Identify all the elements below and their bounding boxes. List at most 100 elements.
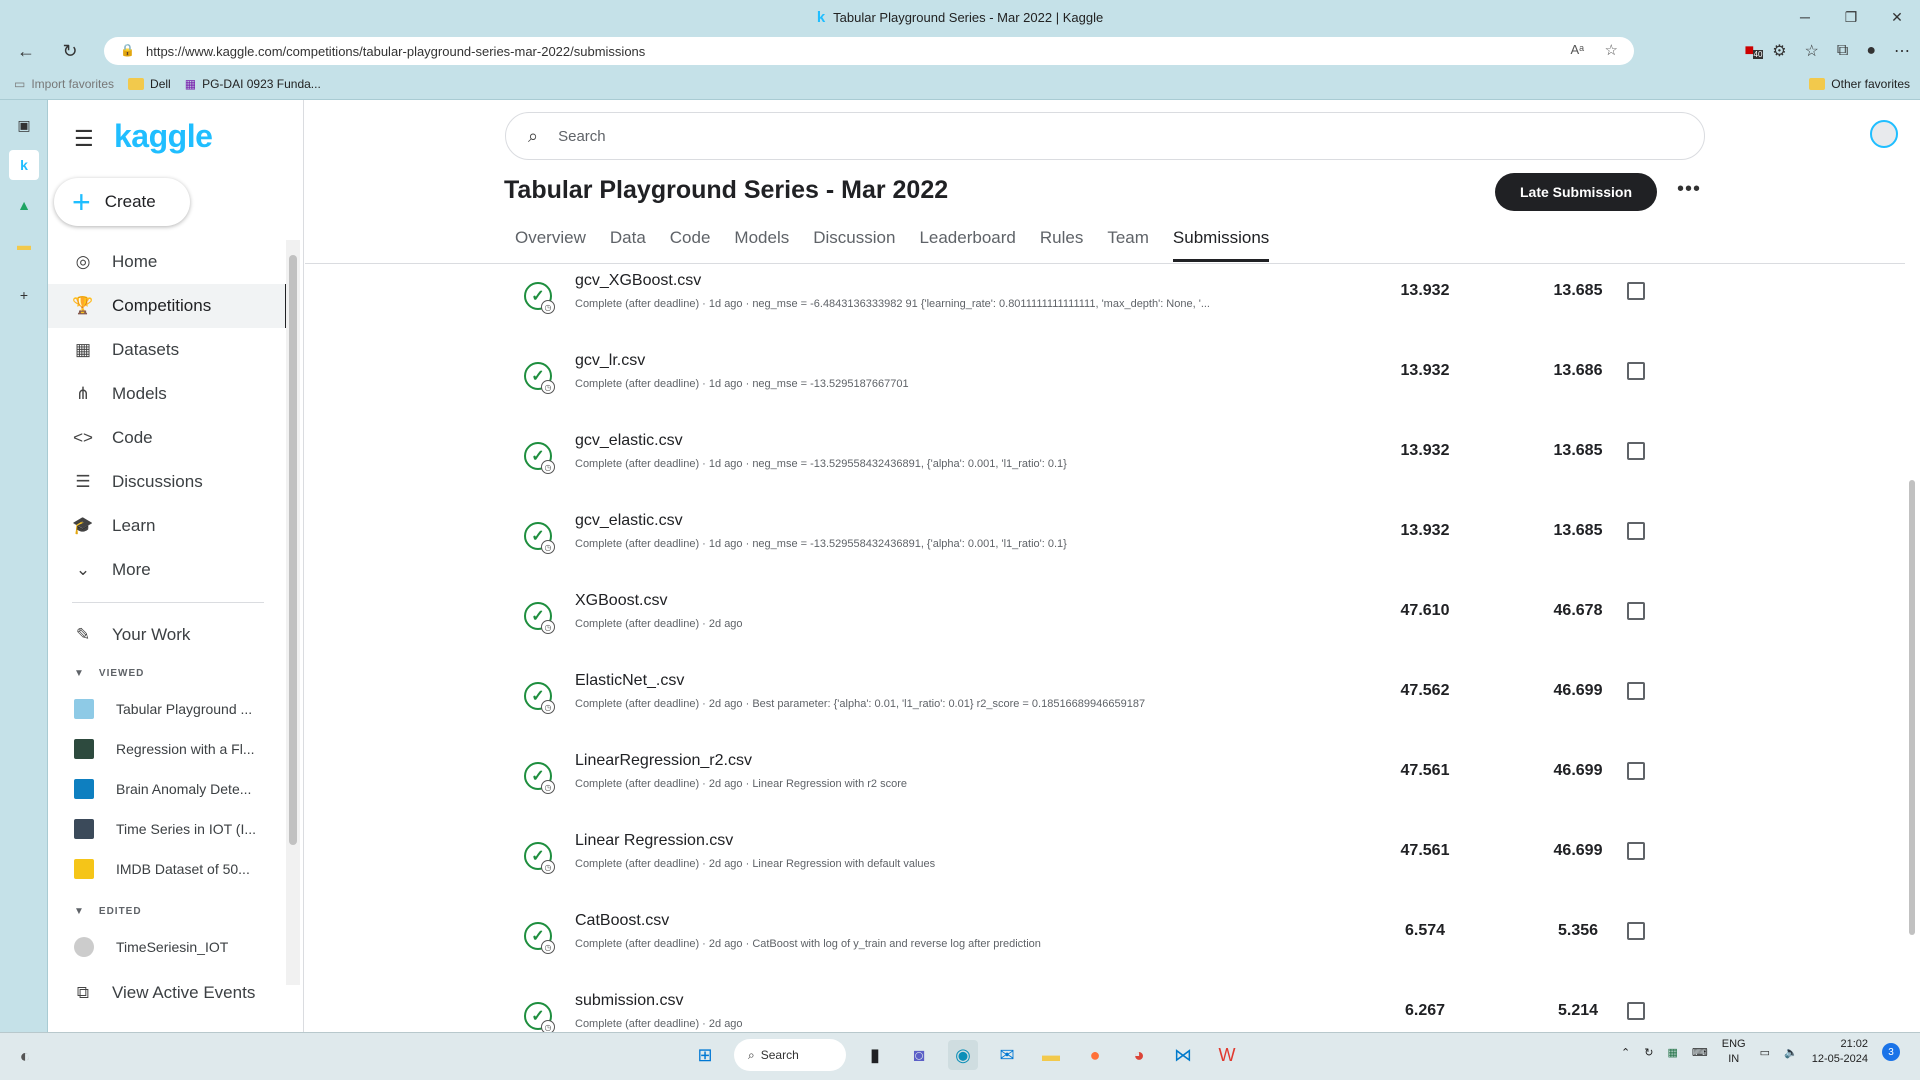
select-checkbox[interactable] bbox=[1627, 922, 1645, 940]
folder-tab-icon[interactable]: ▬ bbox=[9, 230, 39, 260]
chrome-icon[interactable]: ◕ bbox=[1124, 1040, 1154, 1070]
sidebar-scroll-thumb[interactable] bbox=[289, 255, 297, 845]
kaggle-logo[interactable]: kaggle bbox=[114, 118, 213, 155]
select-checkbox[interactable] bbox=[1627, 522, 1645, 540]
submission-filename[interactable]: XGBoost.csv bbox=[575, 592, 667, 610]
submission-filename[interactable]: submission.csv bbox=[575, 992, 683, 1010]
firefox-icon[interactable]: ● bbox=[1080, 1040, 1110, 1070]
view-active-events[interactable]: ⧉ View Active Events bbox=[48, 971, 288, 1015]
submission-filename[interactable]: CatBoost.csv bbox=[575, 912, 669, 930]
viewed-item[interactable]: IMDB Dataset of 50... bbox=[48, 849, 288, 889]
tab-code[interactable]: Code bbox=[670, 228, 711, 262]
submission-filename[interactable]: gcv_elastic.csv bbox=[575, 432, 683, 450]
main-scroll-thumb[interactable] bbox=[1909, 480, 1915, 935]
minimize-button[interactable]: ─ bbox=[1782, 0, 1828, 34]
sidebar-item-more[interactable]: ⌄ More bbox=[48, 548, 288, 592]
lock-icon[interactable]: 🔒 bbox=[120, 43, 135, 57]
favorite-item-dell[interactable]: Dell bbox=[128, 77, 171, 91]
kaggle-tab-icon[interactable]: k bbox=[9, 150, 39, 180]
sidebar-item-code[interactable]: <> Code bbox=[48, 416, 288, 460]
select-checkbox[interactable] bbox=[1627, 362, 1645, 380]
clock[interactable]: 21:02 12-05-2024 bbox=[1812, 1037, 1868, 1067]
tab-data[interactable]: Data bbox=[610, 228, 646, 262]
add-tab-icon[interactable]: + bbox=[9, 280, 39, 310]
select-checkbox[interactable] bbox=[1627, 1002, 1645, 1020]
edge-icon[interactable]: ◉ bbox=[948, 1040, 978, 1070]
viewed-item[interactable]: Tabular Playground ... bbox=[48, 689, 288, 729]
sidebar-item-home[interactable]: ◎ Home bbox=[48, 240, 288, 284]
submission-filename[interactable]: gcv_lr.csv bbox=[575, 352, 645, 370]
submission-filename[interactable]: ElasticNet_.csv bbox=[575, 672, 684, 690]
collections-icon[interactable]: ⧉ bbox=[1837, 42, 1848, 60]
close-button[interactable]: ✕ bbox=[1874, 0, 1920, 34]
widgets-icon[interactable]: ◐ bbox=[10, 1042, 40, 1072]
menu-dots-icon[interactable]: ⋯ bbox=[1894, 41, 1910, 61]
search-input[interactable]: ⌕ Search bbox=[505, 112, 1705, 160]
favorites-icon[interactable]: ☆ bbox=[1805, 41, 1819, 61]
profile-icon[interactable]: ● bbox=[1866, 42, 1876, 60]
chevron-up-icon[interactable]: ⌃ bbox=[1621, 1046, 1630, 1059]
tab-discussion[interactable]: Discussion bbox=[813, 228, 895, 262]
tab-submissions[interactable]: Submissions bbox=[1172, 228, 1270, 262]
create-button[interactable]: + Create bbox=[54, 178, 190, 226]
tab-overview[interactable]: Overview bbox=[515, 228, 586, 262]
teams-icon[interactable]: ◙ bbox=[904, 1040, 934, 1070]
more-options-icon[interactable]: ••• bbox=[1677, 178, 1701, 201]
avatar[interactable] bbox=[1870, 120, 1898, 148]
add-favorite-icon[interactable]: ☆ bbox=[1605, 41, 1618, 59]
tab-leaderboard[interactable]: Leaderboard bbox=[919, 228, 1015, 262]
sidebar-item-discussions[interactable]: ☰ Discussions bbox=[48, 460, 288, 504]
start-icon[interactable]: ⊞ bbox=[690, 1040, 720, 1070]
viewed-item[interactable]: Time Series in IOT (I... bbox=[48, 809, 288, 849]
puzzle-icon[interactable]: ⚙ bbox=[1772, 41, 1786, 61]
select-checkbox[interactable] bbox=[1627, 682, 1645, 700]
volume-icon[interactable]: 🔈 bbox=[1784, 1046, 1798, 1059]
select-checkbox[interactable] bbox=[1627, 762, 1645, 780]
main-scrollbar[interactable] bbox=[1906, 170, 1918, 1032]
tab-models[interactable]: Models bbox=[734, 228, 789, 262]
submission-filename[interactable]: LinearRegression_r2.csv bbox=[575, 752, 752, 770]
tabs-icon[interactable]: ▣ bbox=[9, 110, 39, 140]
tab-team[interactable]: Team bbox=[1107, 228, 1149, 262]
restore-button[interactable]: ❐ bbox=[1828, 0, 1874, 34]
refresh-icon[interactable]: ↻ bbox=[52, 36, 88, 66]
sidebar-item-your-work[interactable]: ✎ Your Work bbox=[48, 613, 288, 657]
excel-icon[interactable]: ▦ bbox=[1667, 1046, 1677, 1059]
file-explorer-icon[interactable]: ▬ bbox=[1036, 1040, 1066, 1070]
viewed-item[interactable]: Brain Anomaly Dete... bbox=[48, 769, 288, 809]
task-view-icon[interactable]: ▮ bbox=[860, 1040, 890, 1070]
read-aloud-icon[interactable]: Aᵃ bbox=[1570, 42, 1584, 57]
language-indicator[interactable]: ENG IN bbox=[1722, 1037, 1746, 1067]
select-checkbox[interactable] bbox=[1627, 842, 1645, 860]
edited-section-toggle[interactable]: ▼ EDITED bbox=[48, 895, 288, 927]
favorite-item-pgdai[interactable]: ▦ PG-DAI 0923 Funda... bbox=[185, 77, 321, 91]
viewed-section-toggle[interactable]: ▼ VIEWED bbox=[48, 657, 288, 689]
sidebar-item-datasets[interactable]: ▦ Datasets bbox=[48, 328, 288, 372]
url-field[interactable]: 🔒 https://www.kaggle.com/competitions/ta… bbox=[104, 37, 1634, 65]
late-submission-button[interactable]: Late Submission bbox=[1495, 173, 1657, 211]
menu-icon[interactable]: ☰ bbox=[74, 126, 94, 152]
wps-icon[interactable]: W bbox=[1212, 1040, 1242, 1070]
sidebar-item-models[interactable]: ⋔ Models bbox=[48, 372, 288, 416]
viewed-item[interactable]: Regression with a Fl... bbox=[48, 729, 288, 769]
notification-badge[interactable]: 3 bbox=[1882, 1043, 1900, 1061]
sidebar-item-competitions[interactable]: 🏆 Competitions bbox=[48, 284, 288, 328]
keyboard-icon[interactable]: ⌨ bbox=[1692, 1046, 1708, 1059]
submission-filename[interactable]: gcv_XGBoost.csv bbox=[575, 272, 701, 290]
submission-filename[interactable]: gcv_elastic.csv bbox=[575, 512, 683, 530]
drive-icon[interactable]: ▲ bbox=[9, 190, 39, 220]
taskbar-search[interactable]: ⌕ Search bbox=[734, 1039, 846, 1071]
favorite-item-import[interactable]: ▭ Import favorites bbox=[14, 77, 114, 91]
select-checkbox[interactable] bbox=[1627, 602, 1645, 620]
mail-icon[interactable]: ✉ bbox=[992, 1040, 1022, 1070]
network-icon[interactable]: ▭ bbox=[1760, 1046, 1770, 1059]
sync-icon[interactable]: ↻ bbox=[1644, 1046, 1653, 1059]
edited-item[interactable]: TimeSeriesin_IOT bbox=[48, 927, 288, 967]
other-favorites[interactable]: Other favorites bbox=[1809, 77, 1910, 91]
select-checkbox[interactable] bbox=[1627, 442, 1645, 460]
tab-rules[interactable]: Rules bbox=[1040, 228, 1083, 262]
back-icon[interactable]: ← bbox=[8, 36, 44, 66]
extension-icon[interactable]: ■ 40 bbox=[1745, 42, 1764, 60]
vscode-icon[interactable]: ⋈ bbox=[1168, 1040, 1198, 1070]
sidebar-item-learn[interactable]: 🎓 Learn bbox=[48, 504, 288, 548]
